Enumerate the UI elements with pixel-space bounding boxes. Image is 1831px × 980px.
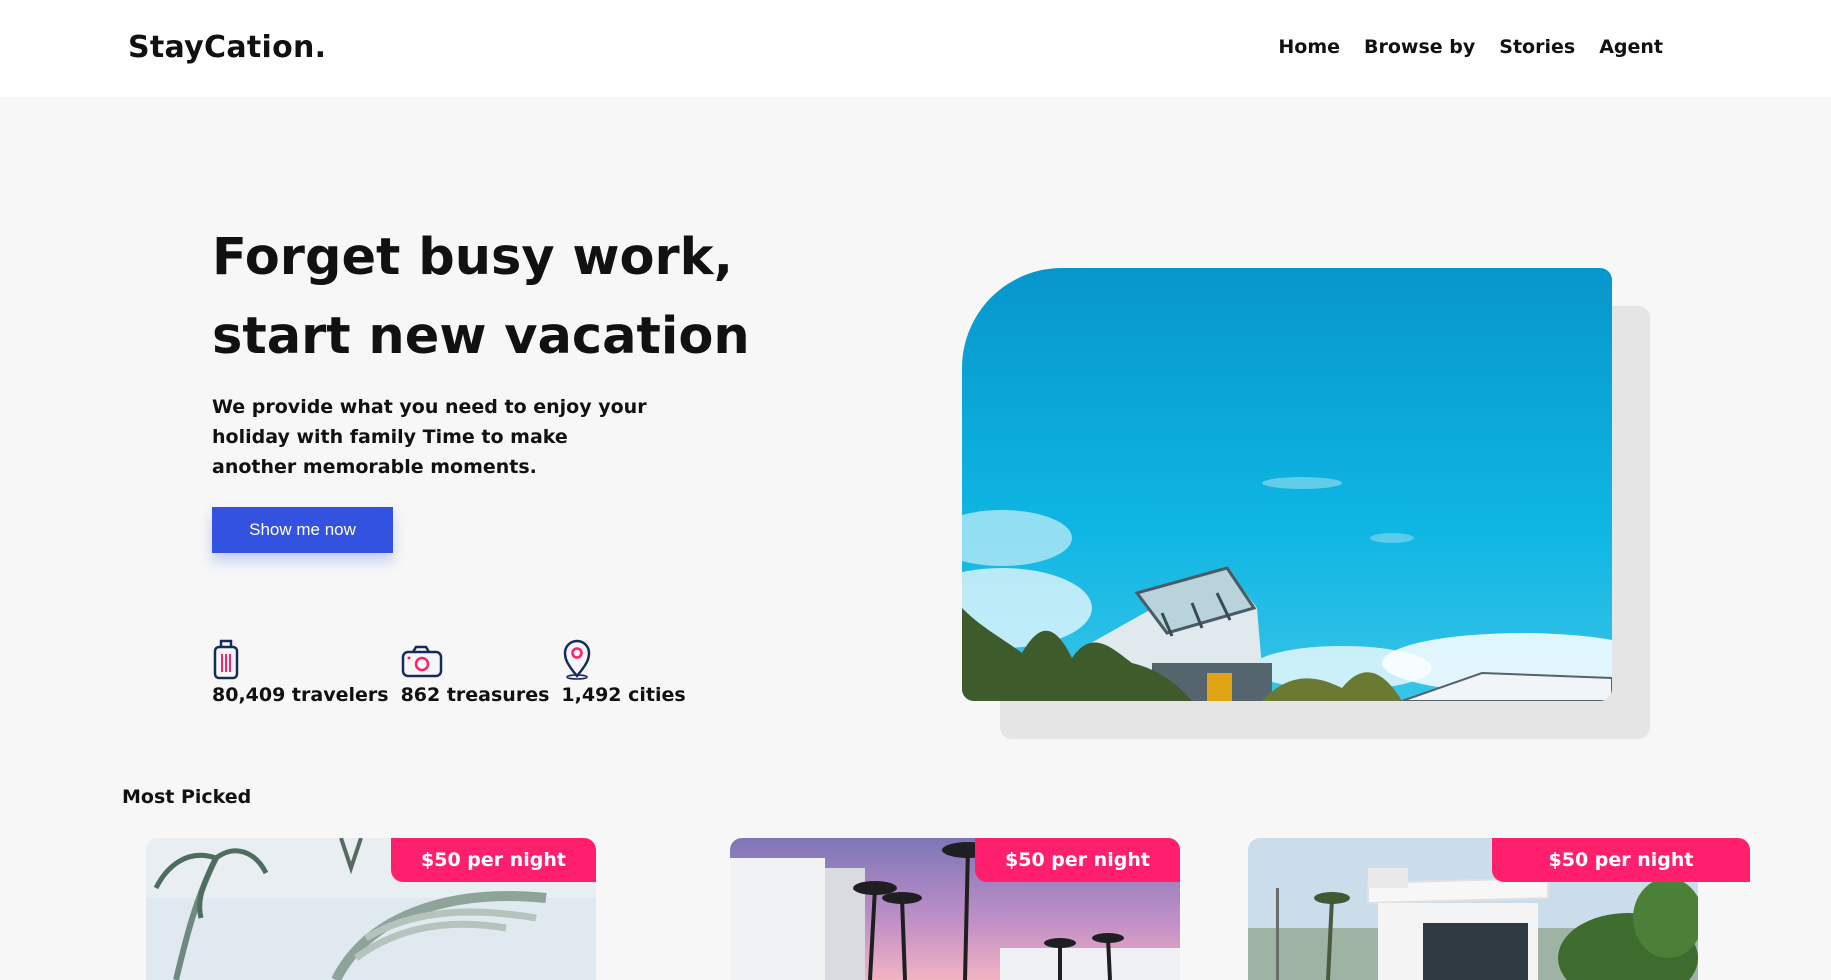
stat-treasures-label: 862 treasures (400, 684, 550, 706)
suitcase-icon (213, 639, 239, 680)
stat-travelers-label: 80,409 travelers (212, 684, 389, 706)
brand-logo[interactable]: StayCation. (128, 30, 326, 65)
stat-cities: 1,492 cities (561, 638, 686, 706)
stat-travelers: 80,409 travelers (212, 638, 389, 706)
stat-cities-label: 1,492 cities (561, 684, 686, 706)
map-pin-icon (564, 639, 591, 680)
nav-agent-link[interactable]: Agent (1599, 36, 1663, 58)
hero-title-line-1: Forget busy work, (212, 228, 733, 287)
nav-browse-by-link[interactable]: Browse by (1364, 36, 1475, 58)
show-me-now-button[interactable]: Show me now (212, 507, 393, 553)
top-navigation-bar: StayCation. Home Browse by Stories Agent (0, 0, 1831, 97)
price-badge-card-2: $50 per night (975, 838, 1180, 882)
price-badge-card-3: $50 per night (1492, 838, 1750, 882)
hero-description: We provide what you need to enjoy your h… (212, 396, 647, 478)
hero-title-line-2: start new vacation (212, 307, 750, 366)
nav-home-link[interactable]: Home (1278, 36, 1340, 58)
most-picked-title: Most Picked (122, 786, 252, 808)
hero-title: Forget busy work, start new vacation (212, 218, 772, 376)
hero-image (962, 268, 1612, 701)
main-nav: Home Browse by Stories Agent (1278, 36, 1663, 58)
camera-icon (401, 645, 442, 678)
stat-treasures: 862 treasures (400, 638, 550, 706)
hero-stats: 80,409 travelers 862 treasures 1,492 cit… (212, 638, 686, 706)
price-badge-card-1: $50 per night (391, 838, 596, 882)
nav-stories-link[interactable]: Stories (1499, 36, 1575, 58)
